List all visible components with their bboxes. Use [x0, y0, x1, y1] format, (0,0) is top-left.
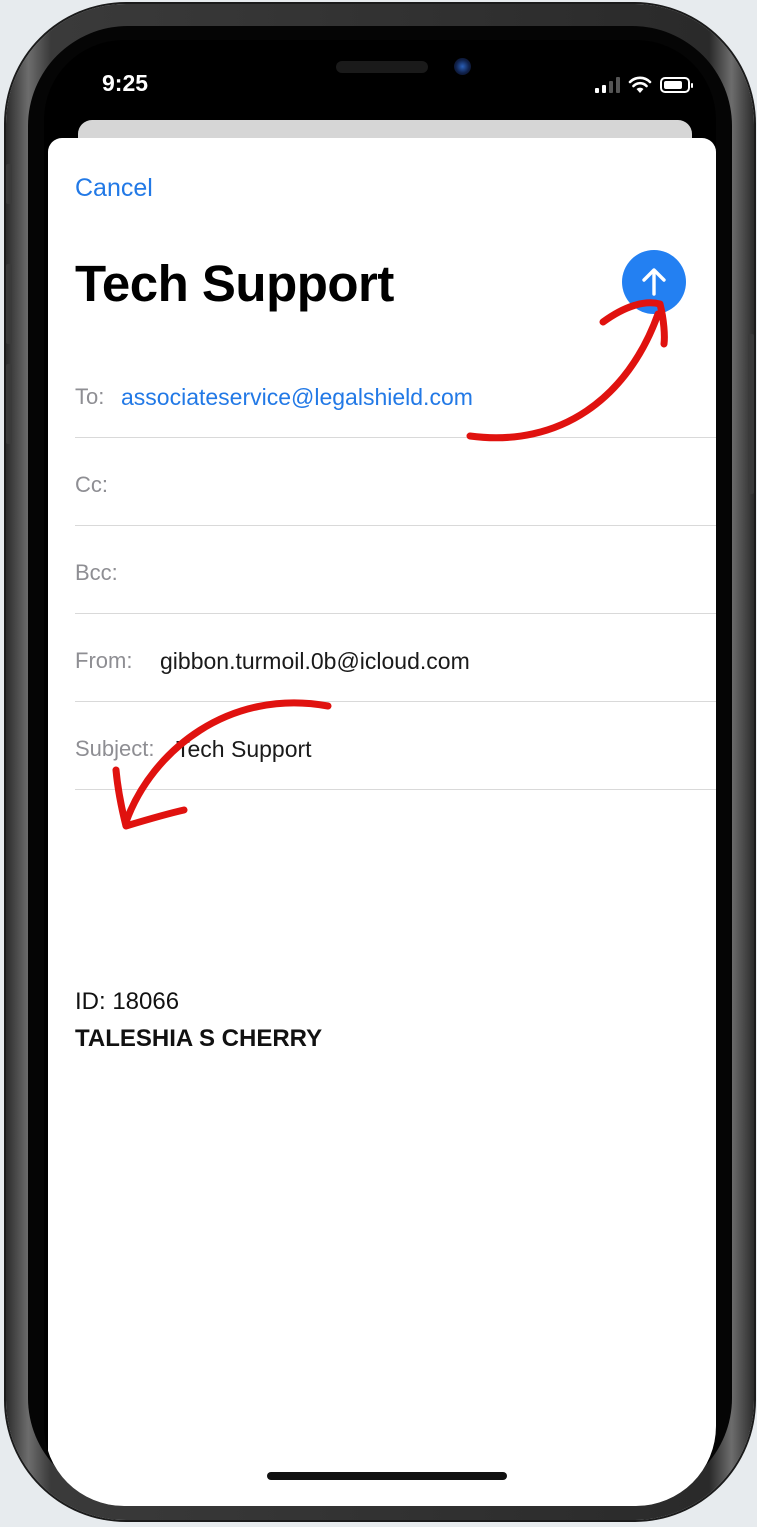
- volume-up-button: [6, 264, 12, 344]
- home-indicator[interactable]: [267, 1472, 507, 1480]
- from-label: From:: [75, 648, 133, 673]
- mail-compose-sheet: Cancel Tech Support To: associateservice…: [48, 138, 716, 1506]
- phone-screen: 9:25 Cancel Tech Support To: associatese…: [44, 40, 716, 1506]
- from-field[interactable]: From: gibbon.turmoil.0b@icloud.com: [75, 614, 716, 702]
- send-button[interactable]: [622, 250, 686, 314]
- cancel-button[interactable]: Cancel: [75, 174, 153, 203]
- cellular-signal-icon: [595, 77, 620, 93]
- from-address[interactable]: gibbon.turmoil.0b@icloud.com: [160, 648, 470, 675]
- mute-switch: [6, 164, 12, 204]
- subject-value[interactable]: Tech Support: [176, 736, 312, 763]
- cc-label: Cc:: [75, 472, 108, 497]
- to-field[interactable]: To: associateservice@legalshield.com: [75, 350, 716, 438]
- compose-title: Tech Support: [75, 255, 394, 312]
- arrow-up-icon: [642, 268, 666, 296]
- front-camera: [454, 58, 471, 75]
- subject-field[interactable]: Subject: Tech Support: [75, 702, 716, 790]
- phone-mockup: 9:25 Cancel Tech Support To: associatese…: [0, 0, 757, 1527]
- recipient-token[interactable]: associateservice@legalshield.com: [121, 384, 473, 411]
- status-time: 9:25: [102, 70, 149, 96]
- battery-icon: [660, 77, 693, 93]
- subject-label: Subject:: [75, 736, 155, 761]
- to-label: To:: [75, 384, 105, 409]
- wifi-icon: [628, 76, 652, 93]
- bcc-label: Bcc:: [75, 560, 118, 585]
- volume-down-button: [6, 364, 12, 444]
- bcc-field[interactable]: Bcc:: [75, 526, 716, 614]
- cc-field[interactable]: Cc:: [75, 438, 716, 526]
- power-button: [748, 334, 754, 494]
- status-indicators: [595, 76, 693, 94]
- earpiece-speaker: [336, 61, 428, 73]
- message-body-id[interactable]: ID: 18066: [75, 988, 179, 1016]
- message-body-name[interactable]: TALESHIA S CHERRY: [75, 1025, 322, 1053]
- status-bar: 9:25: [44, 40, 716, 120]
